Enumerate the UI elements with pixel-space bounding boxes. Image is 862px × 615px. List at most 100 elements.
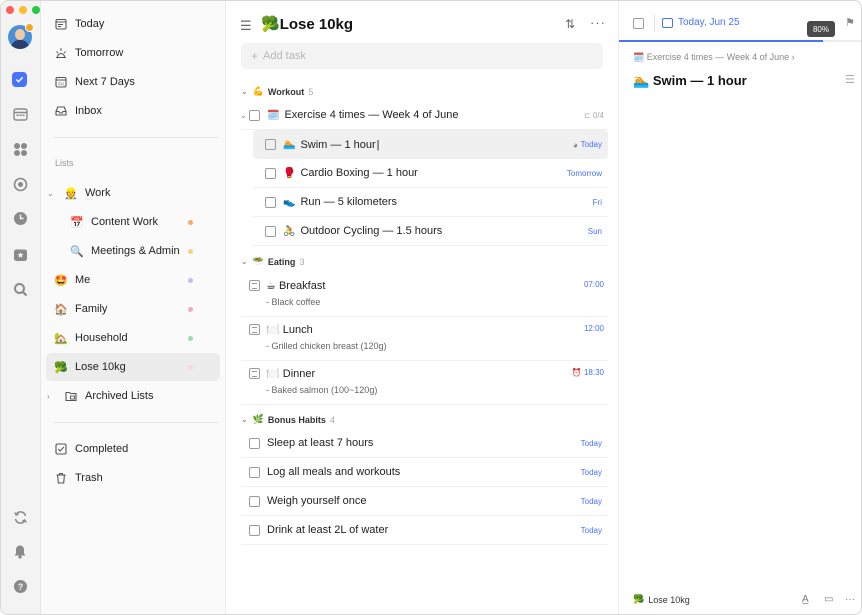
section-header-bonus-habits[interactable]: ⌄ 🌿 Bonus Habits 4 <box>241 414 335 425</box>
section-header-eating[interactable]: ⌄ 🥗 Eating 3 <box>241 256 304 267</box>
task-row-swim[interactable]: 🏊 Swim — 1 hour | ◕ Today <box>253 130 608 159</box>
sidebar-item-label: Archived Lists <box>85 390 154 402</box>
close-window-button[interactable] <box>6 6 14 14</box>
sort-icon[interactable]: ⇅ <box>565 17 575 31</box>
sidebar-item-trash[interactable]: Trash <box>46 464 220 492</box>
clock-icon[interactable] <box>11 209 29 227</box>
zoom-window-button[interactable] <box>32 6 40 14</box>
search-icon[interactable] <box>11 280 29 298</box>
calendar-emoji-icon: 🗓️ <box>633 52 645 62</box>
sidebar-item-content-work[interactable]: 📅 Content Work <box>46 208 220 236</box>
more-options-icon[interactable]: ··· <box>590 15 606 30</box>
task-checkbox[interactable] <box>265 139 276 150</box>
description-mode-icon[interactable]: ☰ <box>845 73 855 86</box>
sidebar-item-label: Household <box>75 332 128 344</box>
coffee-emoji-icon: ☕ <box>266 280 276 292</box>
due-date-button[interactable]: Today, Jun 25 <box>662 17 740 28</box>
comment-icon[interactable]: ▭ <box>824 594 833 605</box>
add-task-input[interactable]: + Add task <box>241 43 603 69</box>
text-cursor: | <box>376 138 380 151</box>
list-color-dot <box>188 307 193 312</box>
chevron-down-icon[interactable]: ⌄ <box>240 111 247 120</box>
task-checkbox[interactable] <box>249 524 260 536</box>
minimize-window-button[interactable] <box>19 6 27 14</box>
due-time[interactable]: 12:00 <box>584 324 604 333</box>
due-date[interactable]: Today <box>581 140 602 149</box>
note-icon[interactable] <box>249 280 260 291</box>
due-date[interactable]: Today <box>581 526 602 535</box>
note-row-breakfast[interactable]: ☕ Breakfast - Black coffee 07:00 <box>241 275 608 317</box>
sidebar-item-archived-lists[interactable]: › Archived Lists <box>46 382 220 410</box>
task-row-habit[interactable]: Log all meals and workouts Today <box>241 458 608 487</box>
due-date[interactable]: Today <box>581 497 602 506</box>
divider <box>53 137 219 138</box>
task-title[interactable]: Swim — 1 hour <box>300 139 375 151</box>
chevron-down-icon[interactable]: ⌄ <box>241 415 248 424</box>
sidebar-item-tomorrow[interactable]: Tomorrow <box>46 39 220 67</box>
task-row-habit[interactable]: Weigh yourself once Today <box>241 487 608 516</box>
tasks-icon[interactable] <box>12 72 27 87</box>
sidebar-toggle-icon[interactable]: ☰ <box>240 18 252 34</box>
due-date[interactable]: Today <box>581 468 602 477</box>
more-options-icon[interactable]: ··· <box>845 594 855 605</box>
alarm-clock-icon: ⏰ <box>571 368 584 377</box>
focus-icon[interactable] <box>11 175 29 193</box>
sync-icon[interactable] <box>11 508 29 526</box>
help-icon[interactable]: ? <box>11 577 29 595</box>
note-icon[interactable] <box>249 368 260 379</box>
task-checkbox[interactable] <box>265 167 276 179</box>
habit-icon[interactable] <box>11 245 29 263</box>
notification-bell-icon[interactable] <box>11 542 29 560</box>
detail-checkbox[interactable] <box>633 18 644 29</box>
sunrise-icon <box>54 46 68 60</box>
detail-title[interactable]: 🏊 Swim — 1 hour <box>633 73 747 89</box>
sidebar-item-today[interactable]: Today <box>46 10 220 38</box>
task-checkbox[interactable] <box>249 466 260 478</box>
due-date[interactable]: Fri <box>593 198 602 207</box>
chevron-down-icon[interactable]: ⌄ <box>47 189 54 198</box>
sidebar-item-next-7-days[interactable]: Fri Next 7 Days <box>46 68 220 96</box>
note-icon[interactable] <box>249 324 260 335</box>
sidebar-item-completed[interactable]: Completed <box>46 435 220 463</box>
sidebar-item-label: Meetings & Admin <box>91 245 180 257</box>
due-time[interactable]: ⏰ 18:30 <box>572 368 604 377</box>
progress-bar[interactable] <box>619 40 823 42</box>
breadcrumb[interactable]: 🗓️ Exercise 4 times — Week 4 of June › <box>633 52 795 63</box>
task-checkbox[interactable] <box>249 495 260 507</box>
chevron-right-icon[interactable]: › <box>47 392 50 401</box>
priority-flag-icon[interactable]: ⚑ <box>845 16 855 29</box>
due-time[interactable]: 07:00 <box>584 280 604 289</box>
due-date[interactable]: Sun <box>588 227 602 236</box>
sidebar-item-meetings-admin[interactable]: 🔍 Meetings & Admin <box>46 237 220 265</box>
sidebar-item-lose-10kg[interactable]: 🥦 Lose 10kg <box>46 353 220 381</box>
sidebar-item-family[interactable]: 🏠 Family <box>46 295 220 323</box>
due-date[interactable]: Tomorrow <box>567 169 602 178</box>
task-row-cycling[interactable]: 🚴 Outdoor Cycling — 1.5 hours Sun <box>253 217 608 246</box>
task-row-cardio[interactable]: 🥊 Cardio Boxing — 1 hour Tomorrow <box>253 159 608 188</box>
task-checkbox[interactable] <box>265 225 276 237</box>
sidebar-item-work[interactable]: ⌄ 👷 Work <box>46 179 220 207</box>
task-checkbox[interactable] <box>265 196 276 208</box>
task-row-run[interactable]: 👟 Run — 5 kilometers Fri <box>253 188 608 217</box>
list-selector[interactable]: 🥦 Lose 10kg <box>633 594 690 605</box>
sidebar-item-label: Tomorrow <box>75 47 124 59</box>
task-row-habit[interactable]: Drink at least 2L of water Today <box>241 516 608 545</box>
section-header-workout[interactable]: ⌄ 💪 Workout 5 <box>241 86 313 97</box>
font-format-icon[interactable]: A̲ <box>802 594 809 605</box>
section-name: Eating <box>267 256 296 267</box>
task-checkbox[interactable] <box>249 109 260 121</box>
task-checkbox[interactable] <box>249 437 260 449</box>
sidebar-item-inbox[interactable]: Inbox <box>46 97 220 125</box>
chevron-down-icon[interactable]: ⌄ <box>241 87 248 96</box>
sidebar-item-me[interactable]: 🤩 Me <box>46 266 220 294</box>
chevron-down-icon[interactable]: ⌄ <box>241 257 248 266</box>
task-row-parent[interactable]: ⌄ 🗓️ Exercise 4 times — Week 4 of June ⊏… <box>240 101 608 130</box>
sidebar-item-household[interactable]: 🏡 Household <box>46 324 220 352</box>
progress-tooltip: 80% <box>807 21 835 37</box>
due-date[interactable]: Today <box>581 439 602 448</box>
matrix-icon[interactable] <box>11 140 29 158</box>
note-row-dinner[interactable]: 🍽️ Dinner - Baked salmon (100~120g) ⏰ 18… <box>241 363 608 405</box>
note-row-lunch[interactable]: 🍽️ Lunch - Grilled chicken breast (120g)… <box>241 319 608 361</box>
calendar-icon[interactable] <box>11 105 29 123</box>
task-row-habit[interactable]: Sleep at least 7 hours Today <box>241 429 608 458</box>
